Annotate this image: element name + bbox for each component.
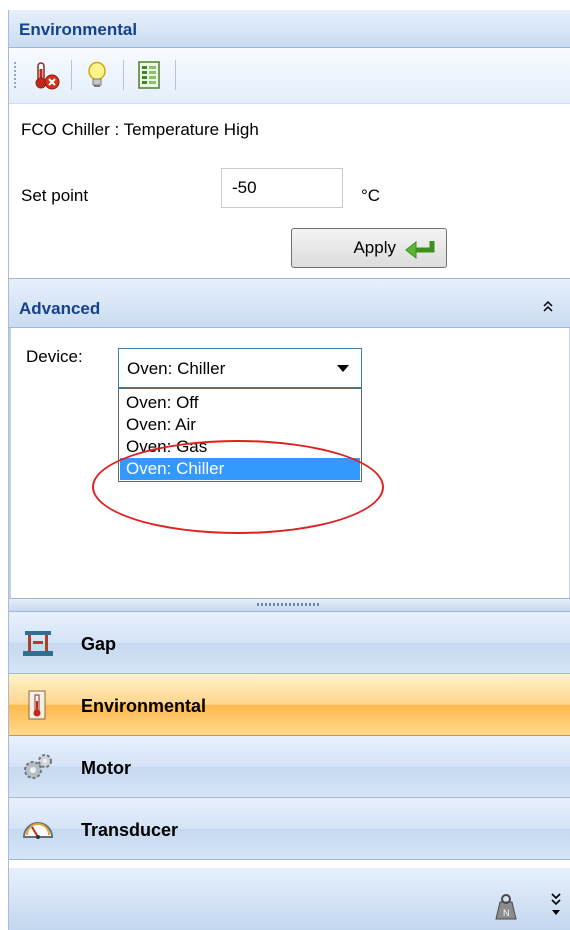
thermometer-icon — [28, 690, 46, 720]
device-select[interactable]: Oven: Chiller — [118, 348, 362, 388]
thermometer-remove-icon[interactable] — [29, 59, 61, 91]
device-option[interactable]: Oven: Off — [120, 392, 360, 414]
nav-item-motor[interactable]: Motor — [9, 736, 570, 798]
toolbar-separator — [175, 60, 176, 90]
nav-item-label: Motor — [81, 758, 131, 778]
setpoint-unit: °C — [361, 186, 381, 205]
toolbar — [9, 48, 570, 104]
apply-button-label: Apply — [353, 238, 396, 257]
splitter-grip — [257, 603, 321, 606]
report-icon[interactable] — [133, 59, 165, 91]
panel-header: Environmental — [9, 10, 570, 48]
toolbar-separator — [123, 60, 124, 90]
panel-title: Environmental — [19, 20, 138, 39]
splitter-handle[interactable] — [9, 598, 570, 612]
advanced-header[interactable]: Advanced — [9, 278, 570, 328]
apply-button[interactable]: Apply — [291, 228, 447, 268]
weight-config-icon[interactable]: N — [493, 892, 519, 922]
device-option[interactable]: Oven: Gas — [120, 436, 360, 458]
device-option-selected[interactable]: Oven: Chiller — [120, 458, 360, 480]
nav-item-gap[interactable]: Gap — [9, 612, 570, 674]
nav-item-label: Gap — [81, 634, 117, 654]
nav-footer: N — [9, 868, 570, 930]
gears-icon — [24, 754, 52, 779]
dropdown-arrow-icon[interactable] — [337, 365, 349, 372]
toolbar-grip[interactable] — [14, 62, 16, 90]
device-label: Device: — [26, 347, 83, 366]
advanced-title: Advanced — [19, 299, 101, 318]
setpoint-label: Set point — [21, 186, 89, 205]
collapse-chevron-icon[interactable] — [541, 299, 555, 313]
setpoint-input[interactable] — [221, 168, 343, 208]
nav-item-label: Transducer — [81, 820, 179, 840]
svg-text:N: N — [503, 908, 510, 918]
nav-item-label: Environmental — [81, 696, 207, 716]
nav-item-transducer[interactable]: Transducer — [9, 798, 570, 860]
device-dropdown-list: Oven: Off Oven: Air Oven: Gas Oven: Chil… — [118, 388, 362, 482]
device-option[interactable]: Oven: Air — [120, 414, 360, 436]
nav-item-environmental[interactable]: Environmental — [9, 674, 570, 736]
toolbar-separator — [71, 60, 72, 90]
overflow-chevron-icon[interactable] — [547, 890, 565, 920]
gauge-icon — [22, 822, 54, 839]
lightbulb-icon[interactable] — [81, 59, 113, 91]
device-select-value: Oven: Chiller — [127, 359, 226, 378]
enter-arrow-icon — [405, 240, 435, 260]
alarm-title: FCO Chiller : Temperature High — [21, 120, 259, 139]
gap-icon — [23, 631, 53, 656]
